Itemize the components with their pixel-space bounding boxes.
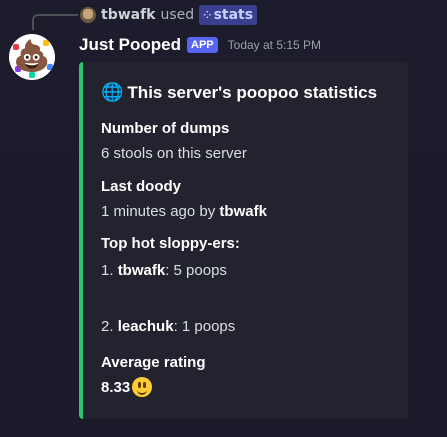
field-value-dumps: 6 stools on this server (101, 145, 247, 162)
user-mini-avatar[interactable] (80, 7, 96, 23)
bot-avatar[interactable]: 💩 (9, 34, 55, 80)
top-score: : 1 poops (173, 318, 236, 335)
rating-value: 8.33 (101, 378, 131, 396)
top-entry-1: 1. tbwafk: 5 poops (101, 262, 227, 279)
bot-name[interactable]: Just Pooped (79, 35, 181, 55)
message-timestamp: Today at 5:15 PM (227, 38, 322, 52)
command-usage-line[interactable]: tbwafk used ⁘ stats (80, 4, 258, 26)
command-chip[interactable]: ⁘ stats (199, 5, 258, 25)
usage-used-text: used (160, 7, 195, 23)
message-header: Just Pooped APP Today at 5:15 PM (79, 34, 321, 56)
embed-title: 🌐 This server's poopoo statistics (101, 82, 377, 103)
top-user: leachuk (117, 318, 174, 335)
app-badge: APP (187, 37, 218, 53)
embed-title-text: This server's poopoo statistics (127, 82, 378, 102)
top-entry-2: 2. leachuk: 1 poops (101, 318, 235, 335)
field-value-rating: 8.33 (101, 377, 153, 397)
last-doody-user: tbwafk (219, 203, 267, 220)
field-value-last: 1 minutes ago by tbwafk (101, 203, 267, 220)
command-icon: ⁘ (203, 9, 211, 21)
globe-icon: 🌐 (101, 82, 124, 102)
field-name-dumps: Number of dumps (101, 120, 230, 137)
top-score: : 5 poops (165, 262, 227, 279)
field-name-rating: Average rating (101, 354, 206, 371)
last-doody-time: 1 minutes ago by (101, 203, 220, 220)
top-rank: 1. (101, 262, 118, 279)
command-name: stats (213, 7, 254, 23)
reply-connector (32, 14, 78, 30)
top-user: tbwafk (117, 262, 166, 279)
smiley-icon (132, 377, 153, 397)
poop-icon: 💩 (13, 39, 51, 74)
field-name-top: Top hot sloppy-ers: (101, 235, 240, 252)
field-name-last: Last doody (101, 178, 182, 195)
stats-embed: 🌐 This server's poopoo statistics Number… (79, 62, 408, 419)
usage-username[interactable]: tbwafk (101, 7, 156, 23)
top-rank: 2. (101, 318, 118, 335)
